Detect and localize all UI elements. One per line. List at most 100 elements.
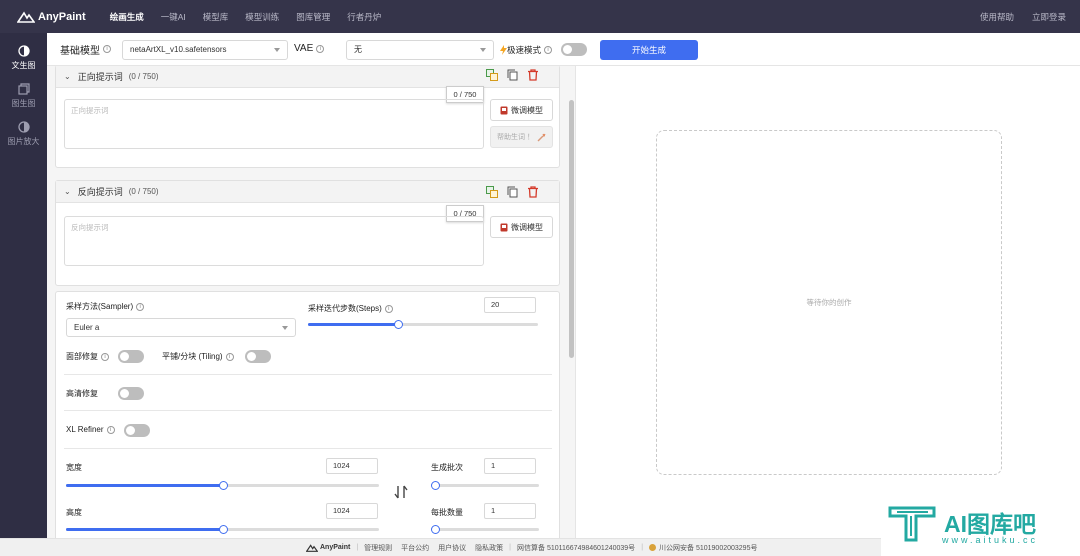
batch-count-label: 生成批次: [431, 463, 463, 472]
half-circle-icon: [17, 121, 30, 133]
slider-handle[interactable]: [431, 525, 440, 534]
smart-prompt-button[interactable]: 帮助生词 ！: [490, 126, 553, 148]
positive-prompt-input[interactable]: 正向提示词: [64, 99, 484, 149]
batch-size-input[interactable]: 1: [484, 503, 536, 519]
brand-logo[interactable]: AnyPaint: [17, 11, 86, 23]
steps-slider[interactable]: [308, 320, 538, 329]
batch-count-input[interactable]: 1: [484, 458, 536, 474]
copy-icon[interactable]: [507, 69, 519, 81]
footer-link-user-agreement[interactable]: 用户协议: [438, 543, 466, 553]
translate-icon[interactable]: [486, 69, 498, 81]
positive-prompt-header[interactable]: ⌄ 正向提示词 (0 / 750): [56, 66, 559, 88]
chevron-down-icon: [274, 48, 280, 52]
hires-label-text: 高清修复: [66, 389, 98, 398]
swap-dimensions-icon[interactable]: [393, 484, 409, 500]
preview-placeholder-text: 等待你的创作: [806, 298, 852, 307]
copy-icon[interactable]: [507, 186, 519, 198]
slider-fill: [66, 528, 223, 531]
height-slider[interactable]: [66, 525, 379, 534]
divider: [64, 448, 552, 449]
footer-link-convention[interactable]: 平台公约: [401, 543, 429, 553]
footer-brand: AnyPaint: [306, 543, 351, 552]
help-link[interactable]: 使用帮助: [980, 11, 1014, 23]
info-icon[interactable]: i: [316, 44, 325, 53]
slider-handle[interactable]: [219, 481, 228, 490]
footer-brand-text: AnyPaint: [320, 544, 351, 551]
footer-police[interactable]: 川公网安备 51019002003295号: [659, 543, 757, 553]
scrollbar[interactable]: [569, 100, 574, 358]
separator: |: [509, 544, 511, 551]
base-model-label-text: 基础模型: [60, 45, 100, 57]
tiling-toggle[interactable]: [245, 350, 271, 363]
footer-icp[interactable]: 网信算备 510116674984601240039号: [517, 543, 635, 553]
base-model-select[interactable]: netaArtXL_v10.safetensors: [122, 40, 288, 60]
divider: [64, 374, 552, 375]
magic-wand-icon: [537, 133, 546, 141]
nav-item-furnace[interactable]: 行者丹炉: [347, 11, 381, 23]
steps-input[interactable]: 20: [484, 297, 536, 313]
delete-icon[interactable]: [527, 186, 539, 198]
footer-link-rules[interactable]: 管理规则: [364, 543, 392, 553]
sidebar-item-image-to-image[interactable]: 图生图: [0, 83, 47, 109]
slider-handle[interactable]: [394, 320, 403, 329]
slider-fill: [308, 323, 398, 326]
sampler-select[interactable]: Euler a: [66, 318, 296, 337]
fast-mode-label: 极速模式 i: [500, 44, 553, 56]
sampler-label: 采样方法(Sampler) i: [66, 301, 145, 312]
steps-label-text: 采样迭代步数(Steps): [308, 304, 382, 313]
fast-mode-toggle[interactable]: [561, 43, 587, 56]
width-input[interactable]: 1024: [326, 458, 378, 474]
slider-handle[interactable]: [219, 525, 228, 534]
batch-size-slider[interactable]: [431, 525, 539, 534]
positive-finetune-button[interactable]: 微调模型: [490, 99, 553, 121]
tiling-label: 平铺/分块 (Tiling) i: [162, 351, 234, 362]
chevron-down-icon: [282, 326, 288, 330]
info-icon[interactable]: i: [136, 302, 145, 311]
sidebar-item-upscale[interactable]: 图片放大: [0, 121, 47, 147]
lightning-icon: [500, 45, 507, 55]
chevron-down-icon: ⌄: [64, 72, 71, 81]
image-stack-icon: [17, 83, 30, 95]
negative-finetune-button[interactable]: 微调模型: [490, 216, 553, 238]
nav-item-gallery[interactable]: 图库管理: [296, 11, 330, 23]
login-link[interactable]: 立即登录: [1032, 11, 1066, 23]
face-fix-label-text: 面部修复: [66, 352, 98, 361]
hires-toggle[interactable]: [118, 387, 144, 400]
info-icon[interactable]: i: [106, 425, 115, 434]
info-icon[interactable]: i: [103, 45, 111, 53]
height-input[interactable]: 1024: [326, 503, 378, 519]
batch-count-slider[interactable]: [431, 481, 539, 490]
vae-label-text: VAE: [294, 43, 314, 54]
model-icon: [500, 106, 508, 114]
top-nav: AnyPaint 绘画生成 一键AI 模型库 模型训练 图库管理 行者丹炉 使用…: [0, 0, 1080, 33]
vae-value: 无: [354, 45, 362, 54]
nav-item-model-training[interactable]: 模型训练: [245, 11, 279, 23]
half-circle-icon: [17, 45, 30, 57]
sidebar-item-label: 图片放大: [7, 137, 40, 146]
footer-link-privacy[interactable]: 隐私政策: [475, 543, 503, 553]
info-icon[interactable]: i: [384, 304, 393, 313]
face-fix-toggle[interactable]: [118, 350, 144, 363]
slider-handle[interactable]: [431, 481, 440, 490]
face-fix-label: 面部修复 i: [66, 351, 109, 362]
info-icon[interactable]: i: [225, 352, 234, 361]
info-icon[interactable]: i: [101, 352, 109, 361]
nav-item-generate[interactable]: 绘画生成: [110, 11, 144, 23]
negative-prompt-input[interactable]: 反向提示词: [64, 216, 484, 266]
width-slider[interactable]: [66, 481, 379, 490]
negative-prompt-count: (0 / 750): [128, 187, 159, 196]
translate-icon[interactable]: [486, 186, 498, 198]
watermark-url: www.aituku.cc: [942, 535, 1039, 545]
refiner-toggle[interactable]: [124, 424, 150, 437]
sidebar-item-text-to-image[interactable]: 文生图: [0, 45, 47, 71]
info-icon[interactable]: i: [544, 46, 553, 54]
negative-prompt-header[interactable]: ⌄ 反向提示词 (0 / 750): [56, 181, 559, 203]
delete-icon[interactable]: [527, 69, 539, 81]
vae-select[interactable]: 无: [346, 40, 494, 60]
start-generate-button[interactable]: 开始生成: [600, 40, 698, 60]
preview-placeholder: 等待你的创作: [656, 130, 1002, 475]
nav-item-oneclick-ai[interactable]: 一键AI: [161, 11, 186, 23]
separator: |: [641, 544, 644, 551]
nav-item-model-library[interactable]: 模型库: [203, 11, 229, 23]
hires-label: 高清修复: [66, 388, 98, 399]
